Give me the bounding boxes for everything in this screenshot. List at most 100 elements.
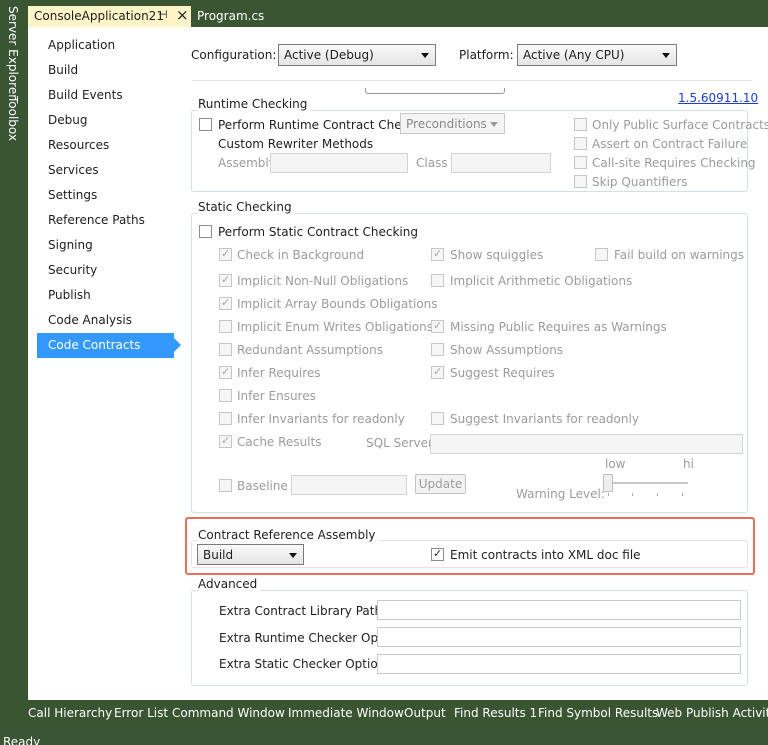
configuration-value: Active (Debug) [284, 48, 374, 62]
nav-item-security[interactable]: Security [37, 258, 174, 283]
class-input[interactable] [451, 153, 551, 173]
configuration-label: Configuration: [191, 48, 277, 62]
nav-item-build-events[interactable]: Build Events [37, 83, 174, 108]
nav-item-application[interactable]: Application [37, 33, 174, 58]
server-explorer-label: Server Explorer [6, 6, 20, 100]
nav-item-settings[interactable]: Settings [37, 183, 174, 208]
nav-item-build[interactable]: Build [37, 58, 174, 83]
nav-item-services[interactable]: Services [37, 158, 174, 183]
nav-item-resources[interactable]: Resources [37, 133, 174, 158]
version-link[interactable]: 1.5.60911.10 [678, 91, 758, 105]
advanced-title: Advanced [198, 577, 261, 591]
infer-invariants-checkbox[interactable] [219, 412, 232, 425]
tab-call-hierarchy[interactable]: Call Hierarchy [28, 706, 112, 720]
implicit-enum-checkbox[interactable] [219, 320, 232, 333]
tab-find-symbol-results[interactable]: Find Symbol Results [538, 706, 658, 720]
skip-quantifiers-label: Skip Quantifiers [592, 175, 688, 189]
extra-runtime-input[interactable] [377, 627, 741, 647]
tab-title: Program.cs [197, 9, 265, 23]
tab-error-list[interactable]: Error List [114, 706, 168, 720]
assembly-label: Assembly [218, 156, 276, 170]
check-background-label: Check in Background [237, 248, 365, 262]
nav-item-reference-paths[interactable]: Reference Paths [37, 208, 174, 233]
assert-failure-checkbox[interactable] [574, 137, 587, 150]
nav-item-code-contracts[interactable]: Code Contracts [37, 333, 181, 358]
tab-consoleapplication21[interactable]: ConsoleApplication21 ⊣ × [28, 6, 191, 27]
show-squiggles-label: Show squiggles [450, 248, 544, 262]
extra-static-input[interactable] [377, 654, 741, 674]
nav-item-debug[interactable]: Debug [37, 108, 174, 133]
slider-tick [632, 493, 633, 496]
sql-server-input[interactable] [430, 434, 743, 454]
configuration-dropdown[interactable]: Active (Debug) [278, 44, 436, 66]
callsite-checkbox[interactable] [574, 156, 587, 169]
skip-quantifiers-checkbox[interactable] [574, 175, 587, 188]
platform-dropdown[interactable]: Active (Any CPU) [517, 44, 677, 66]
fail-build-checkbox[interactable] [595, 248, 608, 261]
only-public-checkbox[interactable] [574, 118, 587, 131]
infer-ensures-label: Infer Ensures [237, 389, 316, 403]
implicit-arith-checkbox[interactable] [431, 274, 444, 287]
extra-static-label: Extra Static Checker Options [219, 657, 392, 671]
slider-tick [682, 493, 683, 496]
slider-tick [657, 493, 658, 496]
nav-item-code-analysis[interactable]: Code Analysis [37, 308, 174, 333]
runtime-checking-title: Runtime Checking [198, 97, 311, 111]
tab-command-window[interactable]: Command Window [172, 706, 285, 720]
implicit-nonnull-label: Implicit Non-Null Obligations [237, 274, 409, 288]
show-squiggles-checkbox[interactable] [431, 247, 444, 261]
pin-icon[interactable]: ⊣ [158, 8, 168, 21]
tab-program-cs[interactable]: Program.cs [191, 6, 270, 27]
baseline-input[interactable] [291, 475, 407, 495]
tab-immediate-window[interactable]: Immediate Window [288, 706, 404, 720]
implicit-array-checkbox[interactable] [219, 296, 232, 310]
slider-low-label: low [605, 457, 626, 471]
infer-requires-label: Infer Requires [237, 366, 321, 380]
update-button[interactable]: Update [415, 474, 466, 494]
assembly-input[interactable] [270, 153, 408, 173]
perform-static-checkbox[interactable] [199, 225, 212, 238]
fail-build-label: Fail build on warnings [614, 248, 745, 262]
redundant-checkbox[interactable] [219, 343, 232, 356]
configuration-row: Configuration: Active (Debug) Platform: … [191, 44, 751, 68]
redundant-label: Redundant Assumptions [237, 343, 383, 357]
missing-public-label: Missing Public Requires as Warnings [450, 320, 667, 334]
perform-runtime-checkbox[interactable] [199, 118, 212, 131]
implicit-nonnull-checkbox[interactable] [219, 273, 232, 287]
tab-web-publish-activity[interactable]: Web Publish Activity [656, 706, 768, 720]
emit-contracts-checkbox[interactable] [431, 547, 444, 561]
cache-results-checkbox[interactable] [219, 434, 232, 448]
suggest-requires-checkbox[interactable] [431, 365, 444, 379]
implicit-arith-label: Implicit Arithmetic Obligations [450, 274, 633, 288]
missing-public-checkbox[interactable] [431, 319, 444, 333]
extra-library-input[interactable] [377, 600, 741, 620]
check-background-checkbox[interactable] [219, 247, 232, 261]
show-assumptions-checkbox[interactable] [431, 343, 444, 356]
suggest-invariants-checkbox[interactable] [431, 412, 444, 425]
baseline-checkbox[interactable] [219, 479, 232, 492]
reference-assembly-dropdown[interactable]: Build [197, 544, 304, 565]
tab-output[interactable]: Output [404, 706, 446, 720]
runtime-level-dropdown[interactable]: Preconditions [400, 113, 505, 134]
class-label: Class [416, 156, 448, 170]
only-public-label: Only Public Surface Contracts [592, 118, 768, 132]
toolbox-tab[interactable]: Toolbox [0, 94, 28, 144]
implicit-enum-label: Implicit Enum Writes Obligations [237, 320, 433, 334]
platform-label: Platform: [459, 48, 514, 62]
show-assumptions-label: Show Assumptions [450, 343, 564, 357]
warning-level-slider[interactable] [603, 474, 613, 492]
cache-results-label: Cache Results [237, 435, 322, 449]
nav-item-publish[interactable]: Publish [37, 283, 174, 308]
tab-find-results-1[interactable]: Find Results 1 [454, 706, 537, 720]
suggest-invariants-label: Suggest Invariants for readonly [450, 412, 639, 426]
warning-level-label: Warning Level: [516, 487, 605, 501]
status-bar [0, 727, 768, 745]
infer-ensures-checkbox[interactable] [219, 389, 232, 402]
infer-requires-checkbox[interactable] [219, 365, 232, 379]
callsite-label: Call-site Requires Checking [592, 156, 756, 170]
platform-value: Active (Any CPU) [523, 48, 625, 62]
server-explorer-tab[interactable]: Server Explorer [0, 4, 28, 99]
nav-item-signing[interactable]: Signing [37, 233, 174, 258]
reference-assembly-title: Contract Reference Assembly [198, 528, 379, 542]
close-icon[interactable]: × [176, 6, 189, 24]
